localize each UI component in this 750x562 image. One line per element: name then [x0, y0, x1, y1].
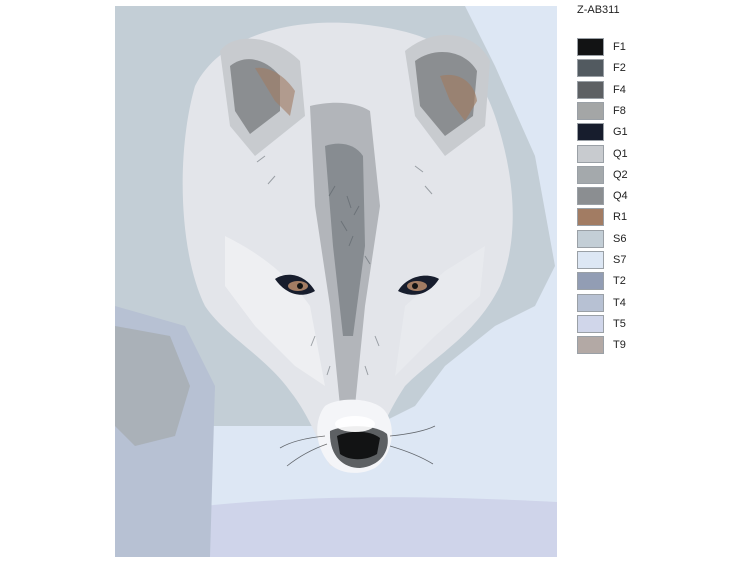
palette-row: F2 — [576, 59, 656, 79]
product-code: Z-AB311 — [577, 4, 620, 16]
color-code-label: S6 — [613, 232, 627, 245]
color-code-label: F8 — [613, 104, 626, 117]
color-code-label: T5 — [613, 317, 626, 330]
color-swatch — [577, 80, 604, 99]
color-swatch — [577, 336, 604, 355]
palette-row: F1 — [576, 38, 656, 58]
color-swatch — [577, 123, 604, 142]
palette-row: Q2 — [576, 165, 656, 186]
color-code-label: S7 — [613, 254, 627, 266]
palette-row: Q4 — [576, 187, 656, 207]
palette-row: F8 — [576, 101, 656, 122]
color-code-label: F1 — [613, 41, 626, 53]
palette-row: T4 — [576, 293, 656, 314]
color-code-label: Q2 — [613, 168, 628, 181]
color-swatch — [577, 101, 604, 120]
color-code-label: T9 — [613, 339, 626, 352]
palette-row: T2 — [576, 272, 656, 292]
color-code-label: Q1 — [613, 147, 628, 160]
color-code-label: Q4 — [613, 190, 628, 203]
color-swatch — [577, 208, 604, 227]
palette-row: S6 — [576, 229, 656, 250]
color-code-label: G1 — [613, 126, 628, 139]
color-code-label: R1 — [613, 211, 628, 224]
palette-row: G1 — [576, 123, 656, 143]
color-swatch — [577, 229, 604, 248]
color-swatch — [577, 293, 604, 312]
color-swatch — [577, 38, 604, 56]
color-code-label: F2 — [613, 62, 626, 75]
color-code-label: F4 — [613, 83, 626, 96]
color-swatch — [577, 165, 604, 184]
palette-row: S7 — [576, 251, 656, 271]
palette-row: Q1 — [576, 144, 656, 165]
color-swatch — [577, 187, 604, 206]
color-swatch — [577, 314, 604, 333]
color-code-label: T2 — [613, 275, 626, 288]
color-swatch — [577, 251, 604, 269]
palette-row: R1 — [576, 208, 656, 228]
color-swatch — [577, 272, 604, 291]
palette-row: T9 — [576, 336, 656, 356]
color-swatch — [577, 59, 604, 78]
wolf-painting-image — [115, 6, 557, 557]
palette-row: T5 — [576, 314, 656, 335]
palette-row: F4 — [576, 80, 656, 101]
color-swatch — [577, 144, 604, 163]
color-code-label: T4 — [613, 296, 626, 309]
